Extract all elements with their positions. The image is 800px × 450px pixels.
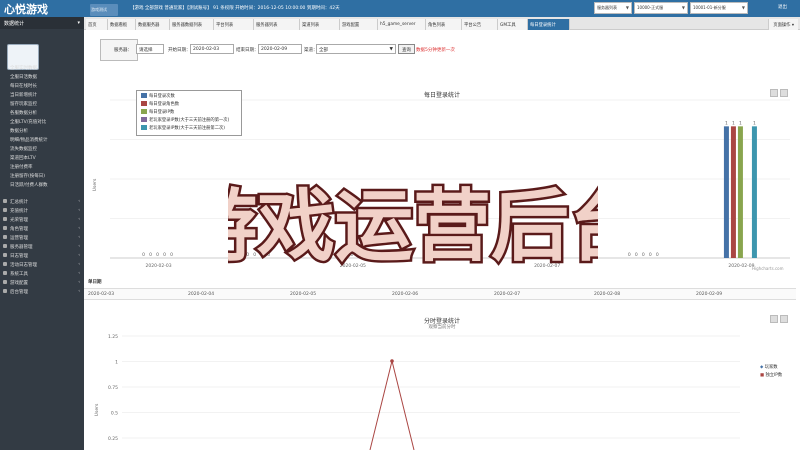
y-tick-label: 1.25 <box>108 334 118 340</box>
y-axis-label: Users <box>94 403 100 416</box>
line-chart: Users 1.25 1 0.75 0.5 0.25 <box>94 334 740 450</box>
data-point <box>390 359 394 363</box>
y-tick-label: 0.25 <box>108 436 118 442</box>
series-line <box>369 360 415 450</box>
y-tick-label: 0.5 <box>111 411 118 417</box>
y-tick-label: 1 <box>115 360 118 366</box>
y-tick-label: 0.75 <box>108 385 118 391</box>
